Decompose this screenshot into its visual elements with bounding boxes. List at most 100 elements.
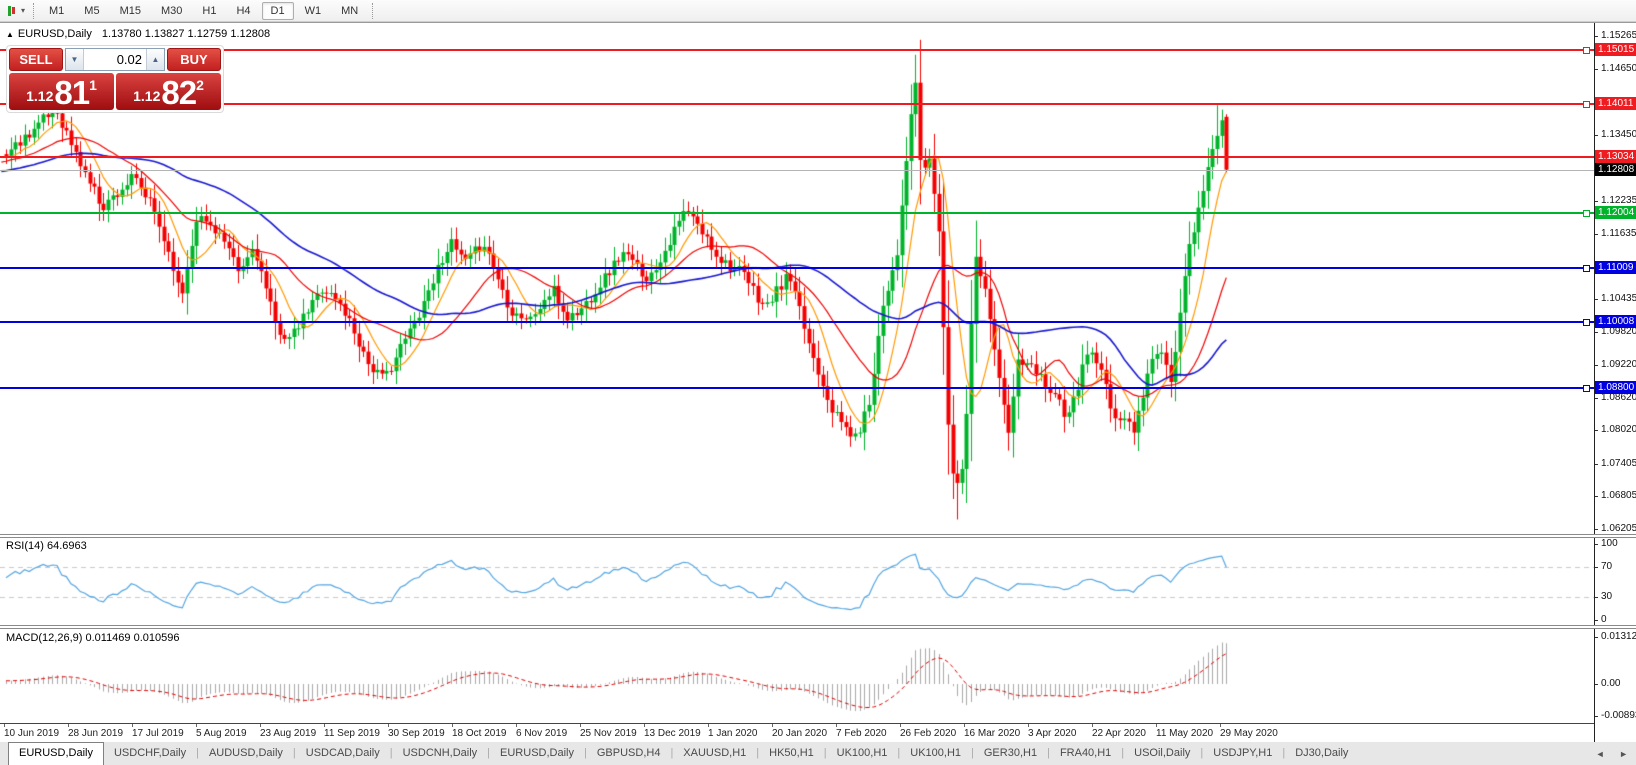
chart-tool-icon[interactable] [2,3,20,19]
macd-subwindow-canvas[interactable] [0,629,1594,723]
resistance-hline[interactable] [0,48,1594,51]
chart-window: ▲ EURUSD,Daily 1.13780 1.13827 1.12759 1.1… [0,22,1636,742]
time-tick-mark [452,724,453,727]
price-tick-mark [1595,298,1598,300]
time-tick-mark [1028,724,1029,727]
hline-drag-handle[interactable] [1583,264,1590,272]
toolbar-separator [372,2,374,19]
resistance-hline[interactable] [0,103,1594,106]
macd-tick-label: -0.008933 [1601,709,1636,721]
timeframe-toolbar: M1 M5 M15 M30 H1 H4 D1 W1 MN [39,1,368,20]
chart-tab-hk50-h1[interactable]: HK50,H1 [759,742,824,765]
hline-drag-handle[interactable] [1583,210,1590,218]
sell-button[interactable]: SELL [9,48,63,71]
panel-separator[interactable] [0,534,1636,538]
time-tick-mark [68,724,69,727]
timeframe-button-m30[interactable]: M30 [152,2,191,20]
date-label: 11 Sep 2019 [324,728,380,739]
chart-tab-gbpusd-h4[interactable]: GBPUSD,H4 [587,742,671,765]
date-label: 3 Apr 2020 [1028,728,1077,739]
hline-drag-handle[interactable] [1583,101,1590,109]
time-tick-mark [580,724,581,727]
chart-tab-dj30-daily[interactable]: DJ30,Daily [1285,742,1358,765]
timeframe-button-mn[interactable]: MN [332,2,367,20]
hline-price-tag: 1.15015 [1595,42,1636,56]
price-tick-label: 1.15265 [1601,30,1636,41]
support-hline[interactable] [0,321,1594,324]
dropdown-caret-icon[interactable]: ▾ [20,6,29,15]
buy-price-pip: 2 [196,77,204,93]
price-tick-mark [1595,397,1598,399]
one-click-panel-toggle-icon[interactable]: ▲ [6,30,14,39]
price-tick-label: 1.06205 [1601,523,1636,534]
macd-indicator-label: MACD(12,26,9) 0.011469 0.010596 [6,632,180,644]
time-tick-mark [196,724,197,727]
timeframe-button-h1[interactable]: H1 [193,2,225,20]
price-tick-mark [1595,332,1598,334]
timeframe-button-w1[interactable]: W1 [296,2,331,20]
hline-drag-handle[interactable] [1583,319,1590,327]
date-label: 26 Feb 2020 [900,728,957,739]
chart-tab-eurusd-daily[interactable]: EURUSD,Daily [8,742,104,765]
timeframe-button-m5[interactable]: M5 [75,2,108,20]
rsi-tick-label: 30 [1601,591,1613,603]
timeframe-button-m15[interactable]: M15 [111,2,150,20]
tabs-scroll-left-icon[interactable]: ◄ [1596,749,1605,759]
candlestick-icon [11,7,15,14]
timeframe-button-d1[interactable]: D1 [261,1,294,20]
price-tick-label: 1.13450 [1601,128,1636,140]
hline-drag-handle[interactable] [1583,384,1590,392]
volume-stepper: ▼ ▲ [65,48,165,71]
date-label: 25 Nov 2019 [580,728,637,739]
timeframe-button-m1[interactable]: M1 [40,2,73,20]
date-label: 5 Aug 2019 [196,728,247,739]
time-tick-mark [4,724,5,727]
current-price-tag: 1.12808 [1595,162,1636,176]
tabs-scroll-right-icon[interactable]: ► [1619,749,1628,759]
date-label: 28 Jun 2019 [68,728,124,739]
support-hline[interactable] [0,266,1594,269]
chart-tab-usdchf-daily[interactable]: USDCHF,Daily [104,742,196,765]
price-tick-mark [1595,364,1598,366]
chart-tab-usdcnh-daily[interactable]: USDCNH,Daily [393,742,488,765]
chart-tab-fra40-h1[interactable]: FRA40,H1 [1050,742,1121,765]
date-label: 10 Jun 2019 [4,728,60,739]
date-label: 23 Aug 2019 [260,728,317,739]
chart-tab-usdjpy-h1[interactable]: USDJPY,H1 [1203,742,1282,765]
timeframe-button-h4[interactable]: H4 [227,2,259,20]
time-tick-mark [1092,724,1093,727]
buy-price-button[interactable]: 1.12 82 2 [116,73,221,110]
support-hline[interactable] [0,212,1594,215]
price-tick-mark [1595,233,1598,235]
price-tick-label: 1.06805 [1601,490,1636,502]
volume-decrease-button[interactable]: ▼ [66,49,84,70]
price-tick-label: 1.07405 [1601,457,1636,469]
chart-tab-xauusd-h1[interactable]: XAUUSD,H1 [673,742,756,765]
main-chart-canvas[interactable] [0,23,1594,534]
chart-tab-ger30-h1[interactable]: GER30,H1 [974,742,1047,765]
sell-price-button[interactable]: 1.12 81 1 [9,73,114,110]
rsi-tick-mark [1595,544,1598,545]
resistance-hline[interactable] [0,156,1594,159]
rsi-subwindow-canvas[interactable] [0,538,1594,625]
chart-title-symbol: EURUSD,Daily [17,28,92,40]
sell-price-pip: 1 [89,77,97,93]
time-tick-mark [772,724,773,727]
date-label: 18 Oct 2019 [452,728,507,739]
chart-tab-eurusd-daily[interactable]: EURUSD,Daily [490,742,584,765]
date-label: 7 Feb 2020 [836,728,887,739]
hline-drag-handle[interactable] [1583,46,1590,54]
support-hline[interactable] [0,386,1594,389]
chart-tab-audusd-daily[interactable]: AUDUSD,Daily [199,742,293,765]
volume-increase-button[interactable]: ▲ [146,49,164,70]
chart-tab-uk100-h1[interactable]: UK100,H1 [827,742,898,765]
chart-tab-uk100-h1[interactable]: UK100,H1 [900,742,971,765]
buy-button[interactable]: BUY [167,48,221,71]
volume-input[interactable] [84,49,146,70]
chart-tab-usdcad-daily[interactable]: USDCAD,Daily [296,742,390,765]
panel-separator[interactable] [0,625,1636,629]
time-tick-mark [388,724,389,727]
sell-price-prefix: 1.12 [26,88,54,104]
chart-tab-usoil-daily[interactable]: USOil,Daily [1124,742,1200,765]
hline-price-tag: 1.14011 [1595,97,1636,111]
